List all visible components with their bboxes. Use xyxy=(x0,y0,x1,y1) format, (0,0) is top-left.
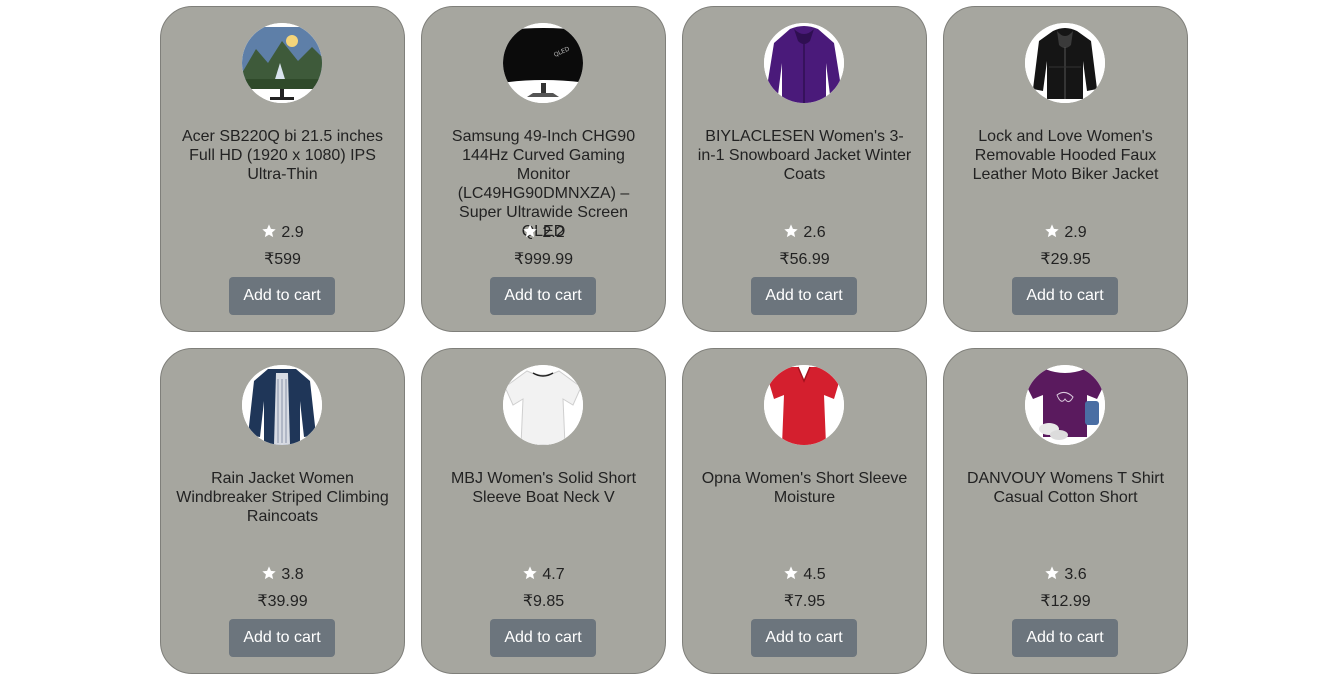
add-to-cart-button[interactable]: Add to cart xyxy=(229,619,335,657)
product-rating: 4.5 xyxy=(683,565,926,585)
product-grid: Acer SB220Q bi 21.5 inches Full HD (1920… xyxy=(160,6,1188,674)
product-card: BIYLACLESEN Women's 3-in-1 Snowboard Jac… xyxy=(682,6,927,332)
product-title: Opna Women's Short Sleeve Moisture xyxy=(701,470,908,506)
star-icon xyxy=(784,224,799,238)
star-icon xyxy=(784,566,799,580)
purple-tshirt-icon[interactable] xyxy=(1025,365,1105,445)
product-card: DANVOUY Womens T Shirt Casual Cotton Sho… xyxy=(943,348,1188,674)
product-card: Opna Women's Short Sleeve Moisture 4.5 ₹… xyxy=(682,348,927,674)
white-tshirt-icon[interactable] xyxy=(503,365,583,445)
product-card: QLED Samsung 49-Inch CHG90 144Hz Curved … xyxy=(421,6,666,332)
rating-value: 4.7 xyxy=(542,566,565,583)
product-rating: 2.9 xyxy=(161,223,404,243)
product-price: ₹12.99 xyxy=(1040,593,1091,610)
add-to-cart-button[interactable]: Add to cart xyxy=(490,619,596,657)
product-title: BIYLACLESEN Women's 3-in-1 Snowboard Jac… xyxy=(697,128,912,183)
product-card: Lock and Love Women's Removable Hooded F… xyxy=(943,6,1188,332)
product-title: DANVOUY Womens T Shirt Casual Cotton Sho… xyxy=(966,470,1165,506)
monitor-landscape-icon[interactable] xyxy=(242,23,322,103)
add-to-cart-button[interactable]: Add to cart xyxy=(751,619,857,657)
rating-value: 2.9 xyxy=(1064,224,1087,241)
star-icon xyxy=(1045,566,1060,580)
rating-value: 2.2 xyxy=(542,224,565,241)
product-rating: 2.6 xyxy=(683,223,926,243)
product-card: Rain Jacket Women Windbreaker Striped Cl… xyxy=(160,348,405,674)
product-price: ₹56.99 xyxy=(779,251,830,268)
star-icon xyxy=(262,224,277,238)
rating-value: 3.8 xyxy=(281,566,304,583)
rating-value: 2.6 xyxy=(803,224,826,241)
product-title: Rain Jacket Women Windbreaker Striped Cl… xyxy=(176,470,389,525)
product-title: Acer SB220Q bi 21.5 inches Full HD (1920… xyxy=(181,128,383,183)
product-rating: 3.6 xyxy=(944,565,1187,585)
product-title: Lock and Love Women's Removable Hooded F… xyxy=(972,128,1159,183)
product-price: ₹7.95 xyxy=(783,593,826,610)
product-price: ₹999.99 xyxy=(513,251,574,268)
add-to-cart-button[interactable]: Add to cart xyxy=(490,277,596,315)
product-price: ₹599 xyxy=(264,251,301,268)
rating-value: 2.9 xyxy=(281,224,304,241)
rating-value: 3.6 xyxy=(1064,566,1087,583)
product-price: ₹9.85 xyxy=(522,593,565,610)
product-price: ₹39.99 xyxy=(257,593,308,610)
product-price: ₹29.95 xyxy=(1040,251,1091,268)
product-title: MBJ Women's Solid Short Sleeve Boat Neck… xyxy=(450,470,637,506)
star-icon xyxy=(523,566,538,580)
star-icon xyxy=(523,224,538,238)
red-tshirt-icon[interactable] xyxy=(764,365,844,445)
add-to-cart-button[interactable]: Add to cart xyxy=(751,277,857,315)
add-to-cart-button[interactable]: Add to cart xyxy=(1012,277,1118,315)
product-card: Acer SB220Q bi 21.5 inches Full HD (1920… xyxy=(160,6,405,332)
product-rating: 4.7 xyxy=(422,565,665,585)
product-rating: 3.8 xyxy=(161,565,404,585)
star-icon xyxy=(1045,224,1060,238)
add-to-cart-button[interactable]: Add to cart xyxy=(1012,619,1118,657)
purple-jacket-icon[interactable] xyxy=(764,23,844,103)
rating-value: 4.5 xyxy=(803,566,826,583)
product-card: MBJ Women's Solid Short Sleeve Boat Neck… xyxy=(421,348,666,674)
product-rating: 2.2 xyxy=(422,223,665,243)
add-to-cart-button[interactable]: Add to cart xyxy=(229,277,335,315)
navy-rain-jacket-icon[interactable] xyxy=(242,365,322,445)
star-icon xyxy=(262,566,277,580)
curved-monitor-icon[interactable]: QLED xyxy=(503,23,583,103)
product-rating: 2.9 xyxy=(944,223,1187,243)
black-leather-jacket-icon[interactable] xyxy=(1025,23,1105,103)
